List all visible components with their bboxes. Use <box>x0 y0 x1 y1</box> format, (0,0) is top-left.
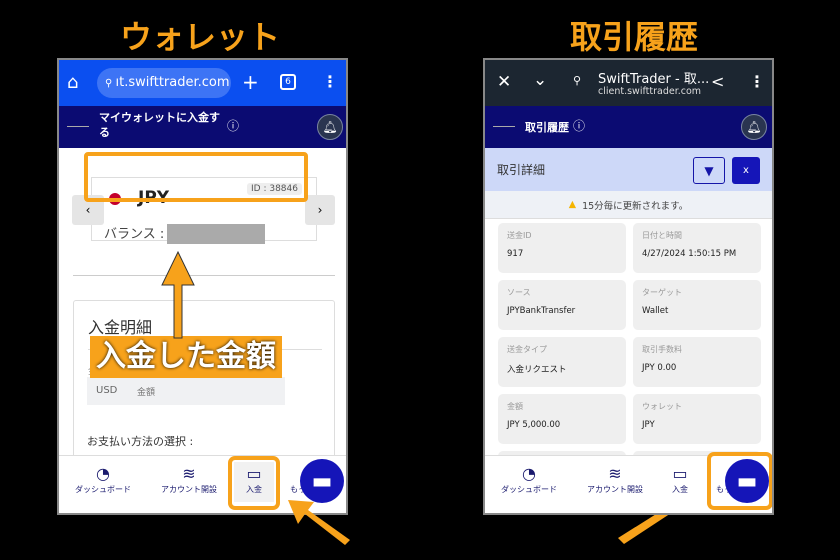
detail-cell: ソース JPYBankTransfer <box>498 280 626 330</box>
detail-cell: 送金タイプ入金リクエスト <box>498 337 626 387</box>
nav-label: 入金 <box>672 485 688 494</box>
site-settings-icon[interactable]: ⚲ <box>573 74 581 87</box>
section-title: 取引詳細 <box>497 163 546 177</box>
arrow-up <box>161 250 195 339</box>
url-text: client.swifttrader.com <box>598 86 702 97</box>
arrow-to-deposit <box>288 500 350 545</box>
cell-value: 4/27/2024 1:50:15 PM <box>642 249 737 259</box>
cell-value: 入金リクエスト <box>507 365 567 375</box>
logo <box>493 126 515 127</box>
cell-label: 日付と時間 <box>642 231 682 240</box>
app-header: 取引履歴 ⓘ 🔔︎ <box>485 106 772 148</box>
detail-cell: ウォレット JPY <box>633 394 761 444</box>
chat-highlight <box>707 452 772 510</box>
bell-icon[interactable]: 🔔︎ <box>741 114 767 140</box>
cell-value: JPY 0.00 <box>642 363 677 373</box>
update-notice: ▲ 15分毎に更新されます。 <box>485 191 772 219</box>
wallet-icon: ▭ <box>672 464 688 483</box>
nav-dashboard[interactable]: ◔ ダッシュボード <box>497 464 561 495</box>
detail-cell: 取引手数料 JPY 0.00 <box>633 337 761 387</box>
cell-value: JPY 5,000.00 <box>507 420 561 430</box>
detail-cell: 金額 JPY 5,000.00 <box>498 394 626 444</box>
cell-label: ソース <box>507 288 531 297</box>
detail-cell: ターゲット Wallet <box>633 280 761 330</box>
chevron-down-icon[interactable]: ⌄ <box>533 70 547 90</box>
cell-value: Wallet <box>642 306 669 316</box>
header-title: 取引履歴 <box>525 121 569 134</box>
menu-icon[interactable]: ⋮ <box>749 72 765 91</box>
gauge-icon: ◔ <box>522 464 536 483</box>
custom-tab-bar: ✕ ⌄ ⚲ SwiftTrader - 取... client.swifttra… <box>485 60 772 106</box>
cell-value: JPYBankTransfer <box>507 306 576 316</box>
nav-label: ダッシュボード <box>501 485 557 494</box>
filter-icon: ▼ <box>704 163 714 178</box>
cell-label: 送金タイプ <box>507 345 547 354</box>
cell-value: 917 <box>507 249 524 259</box>
bottom-nav: ◔ダッシュボード ≋アカウント開設 ▭入金 もっと ▬ <box>485 452 772 513</box>
detail-cell: 送金ID 917 <box>498 223 626 273</box>
cell-label: 送金ID <box>507 231 532 240</box>
cell-label: 金額 <box>507 402 523 411</box>
cell-label: ターゲット <box>642 288 682 297</box>
warning-icon: ▲ <box>568 199 577 210</box>
close-icon[interactable]: ✕ <box>497 72 511 92</box>
sub-header: 取引詳細 ▼ x <box>485 148 772 191</box>
history-phone: ✕ ⌄ ⚲ SwiftTrader - 取... client.swifttra… <box>483 58 774 515</box>
excel-icon: x <box>743 165 749 176</box>
page-title: SwiftTrader - 取... <box>598 72 710 87</box>
notice-text: 15分毎に更新されます。 <box>582 200 689 212</box>
share-icon[interactable]: < <box>711 72 724 91</box>
export-excel-button[interactable]: x <box>732 157 760 184</box>
cell-label: 取引手数料 <box>642 345 682 354</box>
filter-button[interactable]: ▼ <box>693 157 725 184</box>
nav-deposit[interactable]: ▭ 入金 <box>665 464 695 495</box>
layers-plus-icon: ≋ <box>608 464 622 483</box>
nav-label: アカウント開設 <box>587 485 643 494</box>
info-icon[interactable]: ⓘ <box>573 117 585 134</box>
cell-label: ウォレット <box>642 402 682 411</box>
nav-open-account[interactable]: ≋ アカウント開設 <box>582 464 648 495</box>
cell-value: JPY <box>642 420 655 430</box>
detail-cell: 日付と時間 4/27/2024 1:50:15 PM <box>633 223 761 273</box>
